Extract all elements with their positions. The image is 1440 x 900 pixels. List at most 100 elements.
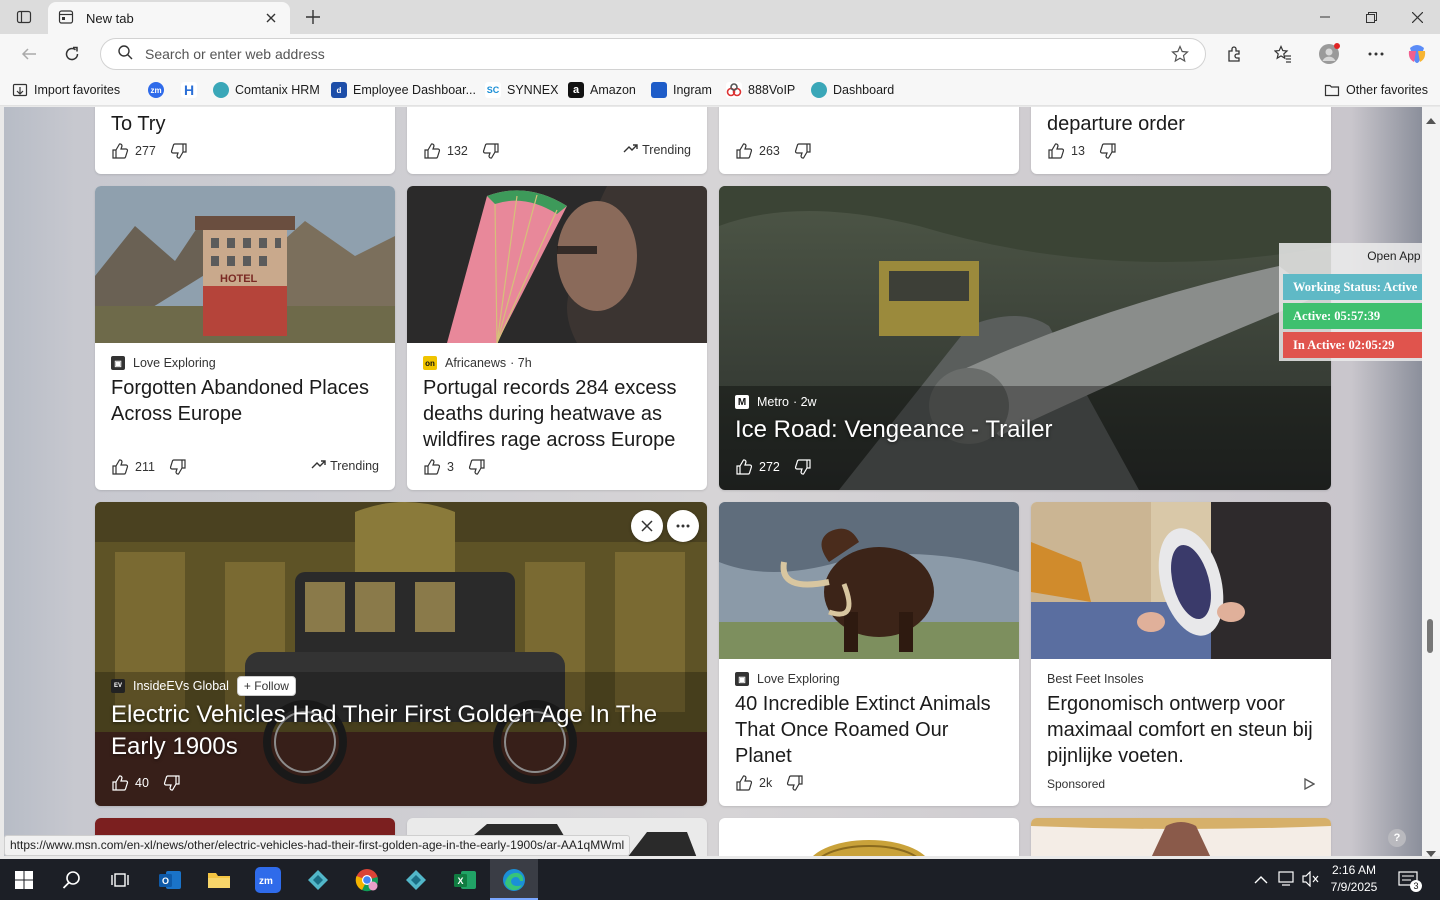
reactions: 132 — [423, 142, 500, 160]
restore-button[interactable] — [1348, 0, 1394, 34]
card-extinct-animals[interactable]: ▣ Love Exploring 40 Incredible Extinct A… — [719, 502, 1019, 806]
source-label: on Africanews · 7h — [423, 356, 532, 370]
ad-choices-icon[interactable] — [1303, 777, 1316, 795]
app-diamond-icon-1[interactable] — [294, 859, 342, 900]
app-diamond-icon-2[interactable] — [392, 859, 440, 900]
working-status-row: Working Status: Active — [1283, 274, 1435, 300]
scrollbar-thumb[interactable] — [1427, 619, 1433, 653]
task-view-icon[interactable] — [96, 859, 144, 900]
thumbs-down-icon[interactable] — [169, 458, 187, 476]
bookmark-dashboard[interactable]: Dashboard — [811, 80, 894, 100]
thumbs-down-icon[interactable] — [170, 142, 188, 160]
system-clock[interactable]: 2:16 AM 7/9/2025 — [1322, 862, 1386, 896]
thumbs-down-icon[interactable] — [482, 142, 500, 160]
address-bar[interactable] — [100, 38, 1206, 70]
card-electric-vehicles[interactable]: EV InsideEVs Global + Follow Electric Ve… — [95, 502, 707, 806]
reactions: 40 — [111, 774, 181, 792]
card-more-options-button[interactable] — [667, 510, 699, 542]
reactions: 263 — [735, 142, 812, 160]
card-top-3[interactable]: 263 — [719, 107, 1019, 174]
file-explorer-icon[interactable] — [195, 859, 243, 900]
card-ice-road-trailer[interactable]: M Metro · 2w Ice Road: Vengeance - Trail… — [719, 186, 1331, 490]
dashboard-icon — [811, 82, 827, 98]
thumbs-down-icon[interactable] — [786, 774, 804, 792]
page-scrollbar[interactable] — [1422, 107, 1440, 857]
show-hidden-icons-chevron-icon[interactable] — [1254, 872, 1268, 890]
thumbs-up-icon[interactable] — [423, 142, 441, 160]
tab-new-tab[interactable]: New tab — [48, 2, 290, 34]
bookmark-amazon[interactable]: a Amazon — [568, 80, 636, 100]
thumbs-up-icon[interactable] — [423, 458, 441, 476]
thumbs-down-icon[interactable] — [1099, 142, 1117, 160]
thumbs-up-icon[interactable] — [111, 774, 129, 792]
minimize-button[interactable] — [1302, 0, 1348, 34]
address-input[interactable] — [145, 46, 1165, 62]
card-headline: Ergonomisch ontwerp voor maximaal comfor… — [1047, 693, 1313, 767]
close-tab-icon[interactable] — [262, 9, 280, 27]
taskbar-search-icon[interactable] — [48, 859, 96, 900]
thumbs-up-icon[interactable] — [735, 774, 753, 792]
bookmark-h-app[interactable]: H — [181, 80, 203, 100]
refresh-button[interactable] — [57, 40, 87, 68]
thumbs-up-icon[interactable] — [735, 142, 753, 160]
follow-button[interactable]: + Follow — [236, 676, 296, 696]
card-portugal-heatwave[interactable]: on Africanews · 7h Portugal records 284 … — [407, 186, 707, 490]
start-button[interactable] — [0, 859, 48, 900]
more-options-icon[interactable] — [1361, 40, 1391, 68]
thumbs-up-icon[interactable] — [1047, 142, 1065, 160]
tab-actions-icon[interactable] — [10, 7, 38, 27]
outlook-icon[interactable]: O — [146, 859, 194, 900]
source-label: M Metro · 2w — [735, 395, 817, 409]
bookmark-synnex[interactable]: SC SYNNEX — [485, 80, 558, 100]
volume-muted-icon[interactable] — [1302, 870, 1320, 892]
thumbs-down-icon[interactable] — [794, 142, 812, 160]
excel-icon[interactable]: X — [441, 859, 489, 900]
thumbs-up-icon[interactable] — [111, 142, 129, 160]
active-time-row: Active: 05:57:39 — [1283, 303, 1435, 329]
other-favorites[interactable]: Other favorites — [1324, 80, 1428, 100]
bookmark-ingram[interactable]: Ingram — [651, 80, 712, 100]
back-button[interactable] — [14, 40, 44, 68]
card-top-2[interactable]: 132 Trending — [407, 107, 707, 174]
reactions: 277 — [111, 142, 188, 160]
bookmark-comtanix-hrm[interactable]: Comtanix HRM — [213, 80, 320, 100]
h-app-icon: H — [181, 82, 197, 98]
card-bottom-4[interactable] — [1031, 818, 1331, 856]
bookmark-employee-dashboard[interactable]: d Employee Dashboar... — [331, 80, 476, 100]
bookmark-import-favorites[interactable]: Import favorites — [12, 80, 120, 100]
thumbs-down-icon[interactable] — [163, 774, 181, 792]
card-abandoned-places[interactable]: HOTEL ▣ Love Exploring Forgotten Abandon… — [95, 186, 395, 490]
bookmark-zoom[interactable]: zm — [148, 80, 170, 100]
title-bar: New tab — [0, 0, 1440, 34]
card-top-1[interactable]: To Try 277 — [95, 107, 395, 174]
thumbs-down-icon[interactable] — [468, 458, 486, 476]
new-tab-page-icon — [58, 9, 74, 28]
thumbs-up-icon[interactable] — [111, 458, 129, 476]
thumbs-up-icon[interactable] — [735, 458, 753, 476]
new-tab-button[interactable] — [300, 5, 326, 29]
thumbs-down-icon[interactable] — [794, 458, 812, 476]
extensions-icon[interactable] — [1220, 40, 1250, 68]
close-window-button[interactable] — [1394, 0, 1440, 34]
card-headline: Portugal records 284 excess deaths durin… — [423, 377, 677, 451]
profile-avatar[interactable] — [1314, 40, 1344, 68]
dismiss-card-button[interactable] — [631, 510, 663, 542]
card-top-4[interactable]: departure order 13 — [1031, 107, 1331, 174]
edge-taskbar-icon[interactable] — [490, 859, 538, 900]
card-bottom-3[interactable] — [719, 818, 1019, 856]
chrome-icon[interactable] — [343, 859, 391, 900]
bookmark-888voip[interactable]: 888VoIP — [726, 80, 795, 100]
favorites-icon[interactable] — [1268, 40, 1298, 68]
scroll-up-icon[interactable] — [1426, 111, 1436, 129]
search-icon — [117, 44, 133, 65]
card-sponsored-insoles[interactable]: Best Feet Insoles Ergonomisch ontwerp vo… — [1031, 502, 1331, 806]
help-icon[interactable]: ? — [1388, 829, 1406, 847]
bookmarks-bar: Import favorites zm H Comtanix HRM d Emp… — [0, 74, 1440, 106]
zoom-taskbar-icon[interactable]: zm — [244, 859, 292, 900]
notifications-icon[interactable]: 3 — [1398, 871, 1422, 894]
add-favorite-star-icon[interactable] — [1165, 39, 1195, 69]
card-headline: Forgotten Abandoned Places Across Europe — [111, 377, 369, 425]
trending-label: Trending — [311, 458, 379, 473]
copilot-icon[interactable] — [1402, 40, 1432, 68]
network-icon[interactable] — [1278, 871, 1296, 892]
